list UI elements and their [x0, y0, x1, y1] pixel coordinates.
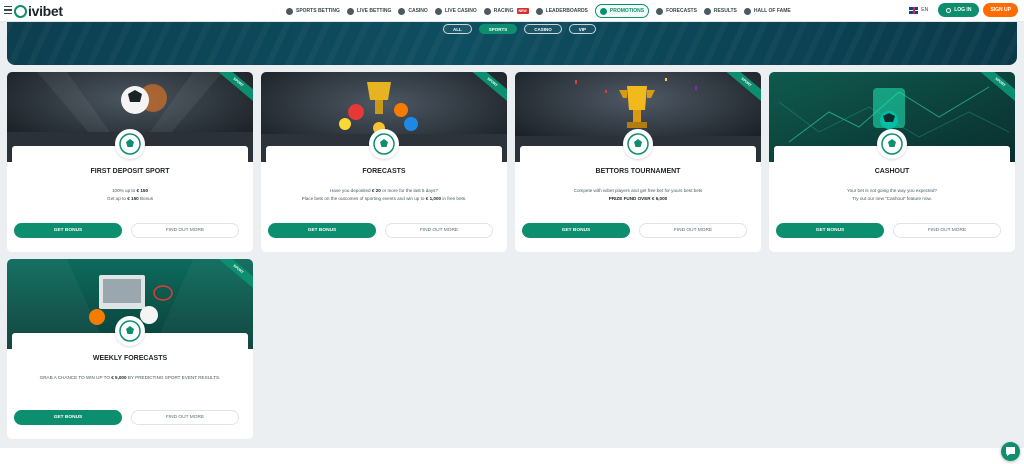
user-icon — [946, 7, 952, 13]
description-line-1: 100% up to € 150 — [111, 188, 149, 193]
nav-promotions[interactable]: Promotions — [594, 4, 650, 18]
description-line-2: Get up to € 150 Bonus — [107, 196, 153, 201]
card-title: WEEKLY FORECASTS — [92, 355, 168, 362]
nav-hall-of-fame[interactable]: Hall of Fame — [743, 4, 791, 18]
category-filters: ALL SPORTS CASINO VIP — [443, 24, 603, 34]
card-description: Your bet is not going the way you expect… — [784, 187, 1000, 203]
card-title: FORECASTS — [362, 168, 406, 175]
find-out-more-button[interactable]: FIND OUT MORE — [131, 223, 239, 238]
language-selector[interactable]: EN — [921, 7, 928, 13]
soccer-ball-icon — [877, 129, 907, 159]
get-bonus-button[interactable]: GET BONUS — [14, 410, 122, 425]
get-bonus-button[interactable]: GET BONUS — [268, 223, 376, 238]
card-title: BETTORS TOURNAMENT — [595, 168, 681, 175]
chat-icon[interactable] — [1001, 442, 1020, 461]
nav-live-casino[interactable]: Live Casino — [434, 4, 477, 18]
promo-card-weekly-forecasts: SPORT WEEKLY FORECASTS GRAB A CHANCE TO … — [7, 259, 253, 439]
new-badge: NEW — [516, 8, 529, 14]
description-line-1: GRAB A CHANCE TO WIN UP TO € 5,000 BY PR… — [39, 375, 221, 380]
trophy-icon — [535, 7, 543, 15]
soccer-ball-icon — [369, 129, 399, 159]
find-out-more-button[interactable]: FIND OUT MORE — [893, 223, 1001, 238]
filter-all[interactable]: ALL — [443, 24, 472, 34]
nav-racing[interactable]: Racing NEW — [483, 4, 529, 18]
card-description: Have you deposited € 20 or more for the … — [276, 187, 492, 203]
find-out-more-button[interactable]: FIND OUT MORE — [385, 223, 493, 238]
card-description: GRAB A CHANCE TO WIN UP TO € 5,000 BY PR… — [22, 374, 238, 382]
logo-icon — [14, 4, 27, 18]
filter-casino[interactable]: CASINO — [524, 24, 562, 34]
top-header: ivibet Sports Betting Live Betting Casin… — [0, 0, 1024, 22]
description-line-2: Place bets on the outcomes of sporting e… — [301, 196, 467, 201]
soccer-ball-icon — [286, 7, 293, 15]
logo[interactable]: ivibet — [14, 3, 63, 19]
results-icon — [703, 7, 711, 15]
promo-card-forecasts: SPORT FORECASTS Have you deposited € 20 … — [261, 72, 507, 252]
description-line-1: Your bet is not going the way you expect… — [847, 188, 937, 193]
card-title: CASHOUT — [874, 168, 910, 175]
page-footer-strip — [0, 448, 1024, 464]
get-bonus-button[interactable]: GET BONUS — [776, 223, 884, 238]
promo-card-bettors-tournament: SPORT BETTORS TOURNAMENT Compete with iv… — [515, 72, 761, 252]
forecast-icon — [656, 7, 664, 15]
description-line-2: PRIZE FUND OVER € 6,000 — [608, 196, 668, 201]
description-line-1: Have you deposited € 20 or more for the … — [329, 188, 439, 193]
promo-card-cashout: SPORT CASHOUT Your bet is not going the … — [769, 72, 1015, 252]
nav-live-betting[interactable]: Live Betting — [346, 4, 391, 18]
nav-casino[interactable]: Casino — [398, 4, 428, 18]
card-title: FIRST DEPOSIT SPORT — [90, 168, 170, 175]
find-out-more-button[interactable]: FIND OUT MORE — [131, 410, 239, 425]
signup-button[interactable]: SIGN UP — [983, 3, 1018, 17]
find-out-more-button[interactable]: FIND OUT MORE — [639, 223, 747, 238]
promo-card-first-deposit: SPORT FIRST DEPOSIT SPORT 100% up to € 1… — [7, 72, 253, 252]
nav-leaderboards[interactable]: Leaderboards — [535, 4, 588, 18]
get-bonus-button[interactable]: GET BONUS — [522, 223, 630, 238]
crown-icon — [743, 7, 751, 15]
gift-icon — [599, 7, 607, 15]
casino-chip-icon — [398, 7, 406, 15]
live-casino-icon — [434, 7, 442, 15]
filter-sports[interactable]: SPORTS — [478, 24, 518, 34]
description-line-2: Try out our new "Cashout" feature now. — [852, 196, 932, 201]
logo-text: ivibet — [28, 3, 63, 19]
horse-icon — [483, 7, 491, 15]
card-description: Compete with ivibet players and get free… — [530, 187, 746, 203]
header-actions: EN LOG IN SIGN UP — [909, 3, 1018, 17]
nav-results[interactable]: Results — [703, 4, 737, 18]
menu-icon[interactable] — [4, 6, 12, 15]
promo-banner: ALL SPORTS CASINO VIP — [7, 22, 1017, 65]
live-icon — [346, 7, 354, 15]
main-nav: Sports Betting Live Betting Casino Live … — [286, 4, 798, 18]
soccer-ball-icon — [115, 316, 145, 346]
login-button[interactable]: LOG IN — [938, 3, 980, 17]
soccer-ball-icon — [623, 129, 653, 159]
soccer-ball-icon — [115, 129, 145, 159]
description-line-1: Compete with ivibet players and get free… — [573, 188, 703, 193]
filter-vip[interactable]: VIP — [568, 24, 597, 34]
card-description: 100% up to € 150 Get up to € 150 Bonus — [22, 187, 238, 203]
nav-sports-betting[interactable]: Sports Betting — [286, 4, 340, 18]
get-bonus-button[interactable]: GET BONUS — [14, 223, 122, 238]
uk-flag-icon[interactable] — [909, 6, 919, 14]
nav-forecasts[interactable]: Forecasts — [656, 4, 697, 18]
